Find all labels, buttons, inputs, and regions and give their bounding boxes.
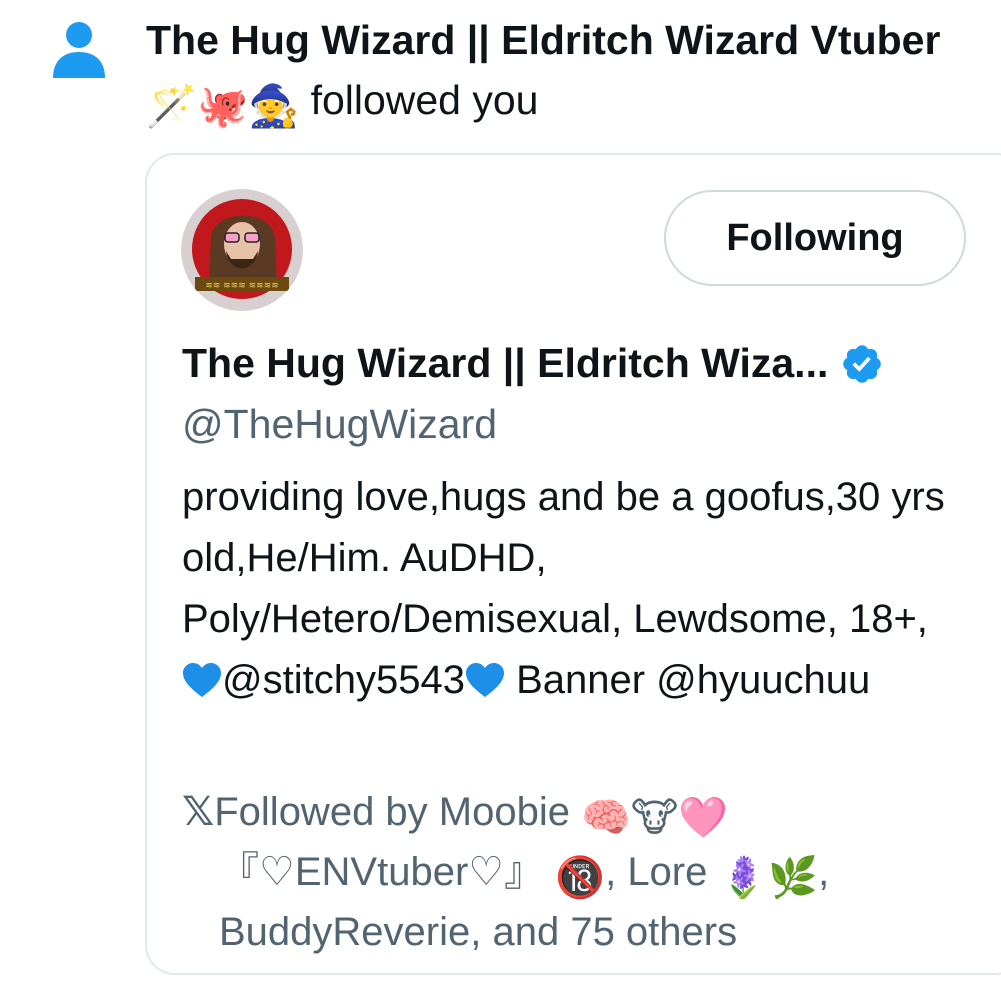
follower-name-4[interactable]: BuddyReverie <box>219 910 470 954</box>
profile-avatar[interactable]: ≋≋ ≋≋≋ ≋≋≋≋ <box>181 189 303 311</box>
followed-by[interactable]: 𝕏Followed by Moobie 🧠🐮🩷 『♡ENVtuber♡』 🔞, … <box>182 785 842 959</box>
follower-name-2[interactable]: 『♡ENVtuber♡』 <box>219 850 544 894</box>
display-name[interactable]: The Hug Wizard || Eldritch Wiza... <box>182 340 828 387</box>
bio-mention-hyuuchuu[interactable]: @hyuuchuu <box>656 658 870 702</box>
notification-action: followed you <box>310 77 539 123</box>
display-name-row[interactable]: The Hug Wizard || Eldritch Wiza... <box>182 340 884 387</box>
follower-3-emojis: 🪻🌿 <box>718 856 819 900</box>
followed-by-suffix: , and 75 others <box>470 910 738 954</box>
user-handle[interactable]: @TheHugWizard <box>182 401 497 448</box>
bio-text-2: Banner <box>504 658 657 702</box>
verified-badge-icon <box>843 344 882 383</box>
user-bio: providing love,hugs and be a goofus,30 y… <box>182 467 972 711</box>
following-button[interactable]: Following <box>664 190 966 286</box>
bio-mention-stitchy[interactable]: @stitchy5543 <box>222 658 465 702</box>
user-card[interactable]: ≋≋ ≋≋≋ ≋≋≋≋ Following The Hug Wizard || … <box>145 153 1001 975</box>
avatar-image: ≋≋ ≋≋≋ ≋≋≋≋ <box>181 189 303 311</box>
followed-by-prefix: Followed by <box>214 790 439 834</box>
actor-emojis: 🪄🐙🧙 <box>146 83 300 129</box>
blue-heart-icon <box>183 663 221 697</box>
follower-2-emoji: 🔞 <box>555 856 606 900</box>
follower-1-emojis: 🧠🐮🩷 <box>581 796 729 840</box>
follower-name-1[interactable]: Moobie <box>439 790 570 834</box>
follower-name-3[interactable]: Lore <box>627 850 707 894</box>
followed-by-line-3: BuddyReverie, and 75 others <box>182 905 842 959</box>
notification-text: The Hug Wizard || Eldritch Wizard Vtuber… <box>146 10 946 136</box>
actor-name[interactable]: The Hug Wizard || Eldritch Wizard Vtuber <box>146 17 940 63</box>
bio-text-1: providing love,hugs and be a goofus,30 y… <box>182 475 945 641</box>
x-logo-icon: 𝕏 <box>182 790 215 834</box>
blue-heart-icon <box>465 663 504 697</box>
person-icon <box>53 22 105 78</box>
followed-by-line-2: 『♡ENVtuber♡』 🔞, Lore 🪻🌿, <box>182 845 842 905</box>
svg-text:≋≋ ≋≋≋ ≋≋≋≋: ≋≋ ≋≋≋ ≋≋≋≋ <box>205 281 279 291</box>
